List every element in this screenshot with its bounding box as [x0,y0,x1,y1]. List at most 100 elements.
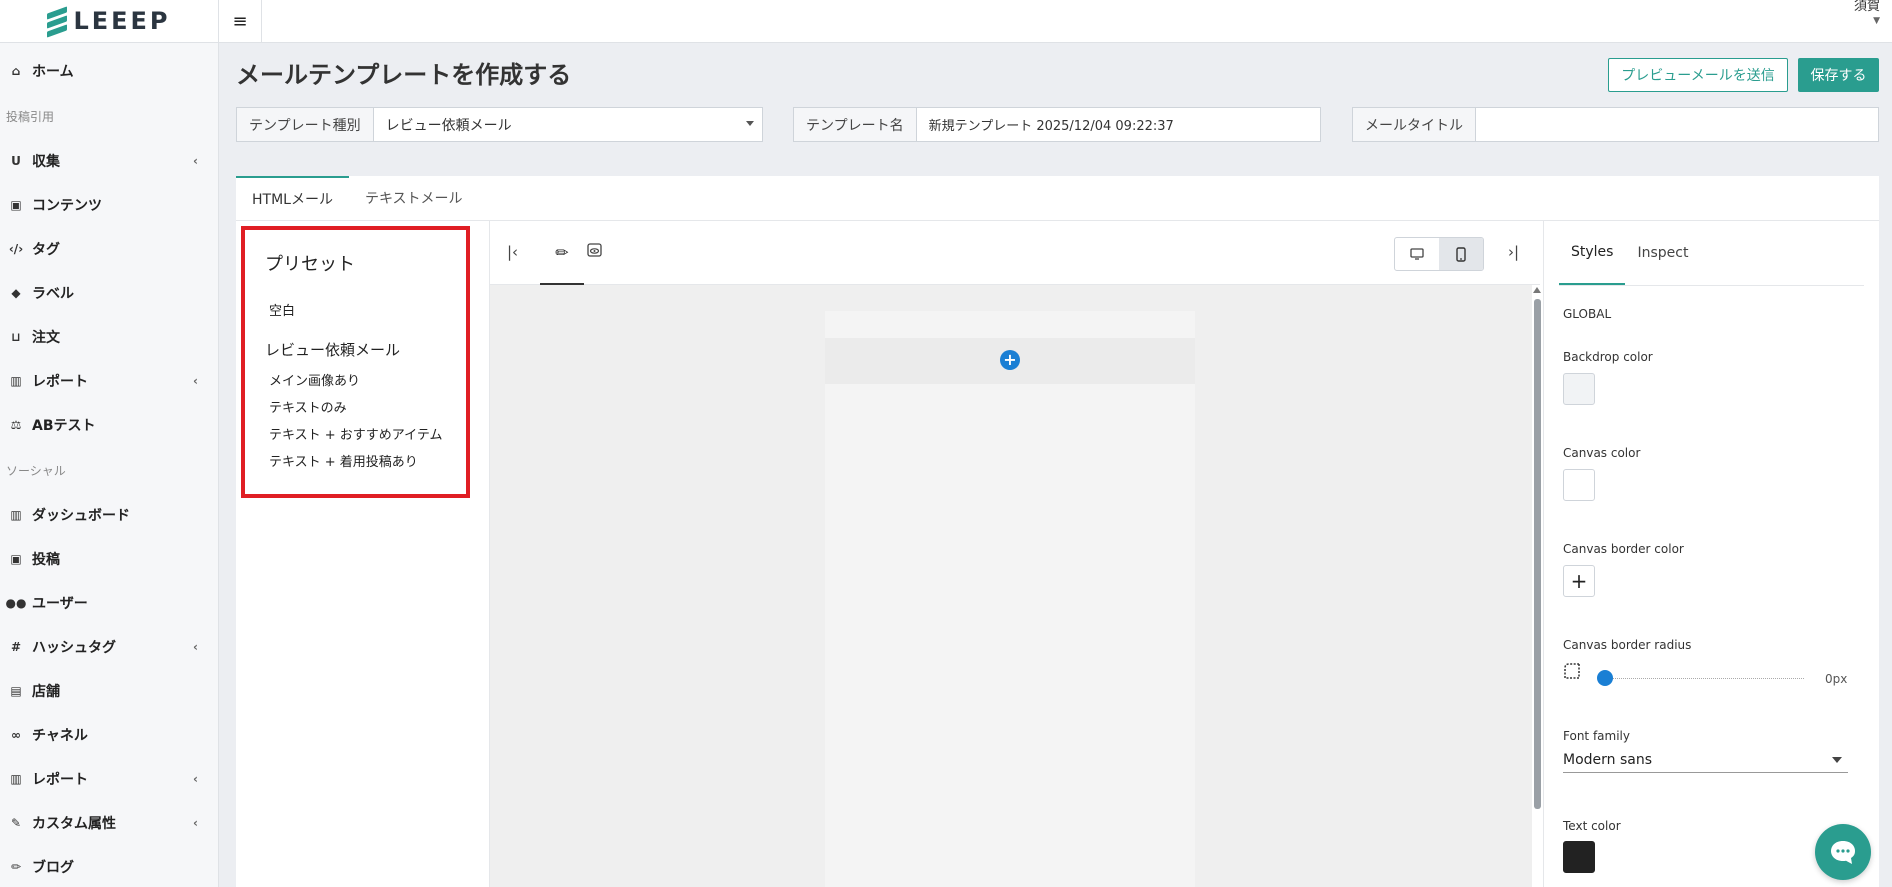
add-block-icon[interactable]: + [1000,350,1020,370]
template-name-label: テンプレート名 [794,108,917,141]
editor-tabs: HTMLメール テキストメール [236,176,1879,221]
sidebar-item-posts[interactable]: ▣ 投稿 [0,537,218,581]
template-type-select[interactable]: レビュー依頼メール [374,108,762,141]
image-icon: ▣ [10,198,22,212]
sidebar-item-custom-attributes[interactable]: ✎ カスタム属性 ‹ [0,801,218,845]
sidebar-item-hashtags[interactable]: # ハッシュタグ ‹ [0,625,218,669]
hamburger-menu-icon[interactable]: ≡ [219,0,262,43]
sidebar-item-dashboard[interactable]: ▥ ダッシュボード [0,493,218,537]
sidebar-item-labels[interactable]: ◆ ラベル [0,271,218,315]
sidebar-section-social: ソーシャル [6,463,66,478]
preset-item-text-recommended[interactable]: テキスト + おすすめアイテム [265,420,446,447]
email-canvas-area: + [490,285,1540,887]
chevron-left-icon: ‹ [193,154,198,168]
sidebar-item-orders[interactable]: ⊔ 注文 [0,315,218,359]
scrollbar-thumb[interactable] [1534,299,1541,809]
sidebar-item-tags[interactable]: ‹/› タグ [0,227,218,271]
sidebar-item-label: ラベル [32,286,74,302]
template-name-field: テンプレート名 新規テンプレート 2025/12/04 09:22:37 [793,107,1321,142]
link-icon: ∞ [11,728,21,742]
plus-icon: + [1570,569,1588,593]
sidebar-item-label: ダッシュボード [32,508,130,524]
collapse-right-icon[interactable]: ›| [1508,243,1519,261]
chat-support-button[interactable] [1815,824,1871,880]
tag-icon: ◆ [11,286,21,300]
text-color-label: Text color [1563,819,1621,833]
sidebar-item-ab-test[interactable]: ⚖ ABテスト [0,403,218,447]
canvas-border-radius-label: Canvas border radius [1563,638,1692,652]
canvas-border-color-add[interactable]: + [1563,565,1595,597]
email-canvas: + [825,311,1195,887]
styles-panel: Styles Inspect GLOBAL Backdrop color Can… [1543,221,1879,887]
border-radius-slider-track[interactable] [1604,678,1804,679]
sidebar-item-label: チャネル [32,728,88,744]
canvas-color-label: Canvas color [1563,446,1641,460]
preset-item-blank[interactable]: 空白 [265,296,446,323]
tab-html-mail[interactable]: HTMLメール [236,176,349,220]
preview-eye-icon[interactable] [587,243,602,261]
sidebar-item-social-reports[interactable]: ▥ レポート ‹ [0,757,218,801]
scale-icon: ⚖ [10,418,22,432]
sidebar-item-label: ABテスト [32,418,96,434]
sidebar-item-stores[interactable]: ▤ 店舗 [0,669,218,713]
empty-row-block[interactable]: + [825,338,1195,384]
canvas-color-swatch[interactable] [1563,469,1595,501]
sidebar-nav: ⌂ ホーム 投稿引用 U 収集 ‹ ▣ コンテンツ ‹/› タグ ◆ ラベル ⊔… [0,43,218,887]
sidebar-item-channels[interactable]: ∞ チャネル [0,713,218,757]
desktop-view-button[interactable] [1395,238,1439,270]
save-button[interactable]: 保存する [1798,58,1879,92]
sidebar-item-label: コンテンツ [32,198,102,214]
backdrop-color-swatch[interactable] [1563,373,1595,405]
send-preview-button[interactable]: プレビューメールを送信 [1608,58,1788,92]
wrench-icon: ✎ [10,816,22,830]
sidebar-item-collect[interactable]: U 収集 ‹ [0,139,218,183]
mail-title-input[interactable] [1476,108,1878,141]
sidebar-item-home[interactable]: ⌂ ホーム [0,49,218,93]
preset-item-text-worn-posts[interactable]: テキスト + 着用投稿あり [265,447,446,474]
collapse-left-icon[interactable]: |‹ [507,243,518,261]
sidebar-item-label: ホーム [32,64,74,80]
user-menu[interactable]: 須賀 ▼ [1854,0,1880,28]
template-name-input[interactable]: 新規テンプレート 2025/12/04 09:22:37 [917,108,1320,141]
brand-name: LEEEP [73,7,171,35]
edit-mode-tab[interactable]: ✏ [540,221,584,285]
preset-panel: プリセット 空白 レビュー依頼メール メイン画像あり テキストのみ テキスト +… [241,226,470,498]
text-color-swatch[interactable] [1563,841,1595,873]
tab-inspect[interactable]: Inspect [1625,221,1700,285]
topbar: ≡ 須賀 ▼ [219,0,1892,43]
email-editor: HTMLメール テキストメール プリセット 空白 レビュー依頼メール メイン画像… [236,176,1879,887]
mobile-icon [1456,246,1466,262]
preset-item-main-image[interactable]: メイン画像あり [265,366,446,393]
brand-logo[interactable]: LEEEP [0,0,218,43]
border-radius-slider-knob[interactable] [1597,670,1613,686]
sidebar-item-label: ユーザー [32,596,88,612]
cart-icon: ⊔ [11,330,21,344]
caret-down-icon: ▼ [1873,16,1880,26]
pencil-icon: ✏ [555,242,569,262]
sidebar: LEEEP ⌂ ホーム 投稿引用 U 収集 ‹ ▣ コンテンツ ‹/› タグ ◆ [0,0,219,887]
sidebar-item-reports[interactable]: ▥ レポート ‹ [0,359,218,403]
sidebar-section-post-citation: 投稿引用 [6,109,55,124]
dropdown-arrow-icon [746,121,754,126]
font-family-value: Modern sans [1563,751,1653,768]
sidebar-item-label: レポート [32,374,88,390]
preset-item-text-only[interactable]: テキストのみ [265,393,446,420]
preset-group-title: レビュー依頼メール [265,341,401,359]
chevron-left-icon: ‹ [193,374,198,388]
global-section-title: GLOBAL [1563,307,1612,321]
mobile-view-button[interactable] [1439,238,1483,270]
scroll-up-icon[interactable] [1533,287,1541,293]
sidebar-item-blog[interactable]: ✏ ブログ [0,845,218,887]
sidebar-item-contents[interactable]: ▣ コンテンツ [0,183,218,227]
tab-styles[interactable]: Styles [1559,221,1626,285]
sidebar-item-label: 投稿 [32,552,60,568]
magnet-icon: U [11,154,21,168]
font-family-select[interactable]: Modern sans [1563,747,1848,773]
tab-text-mail[interactable]: テキストメール [349,176,479,220]
sidebar-item-users[interactable]: ●● ユーザー [0,581,218,625]
canvas-border-color-label: Canvas border color [1563,542,1684,556]
home-icon: ⌂ [11,64,21,78]
sidebar-item-label: 収集 [32,154,60,170]
canvas-scrollbar[interactable] [1532,285,1542,887]
sidebar-item-label: ハッシュタグ [32,640,116,656]
